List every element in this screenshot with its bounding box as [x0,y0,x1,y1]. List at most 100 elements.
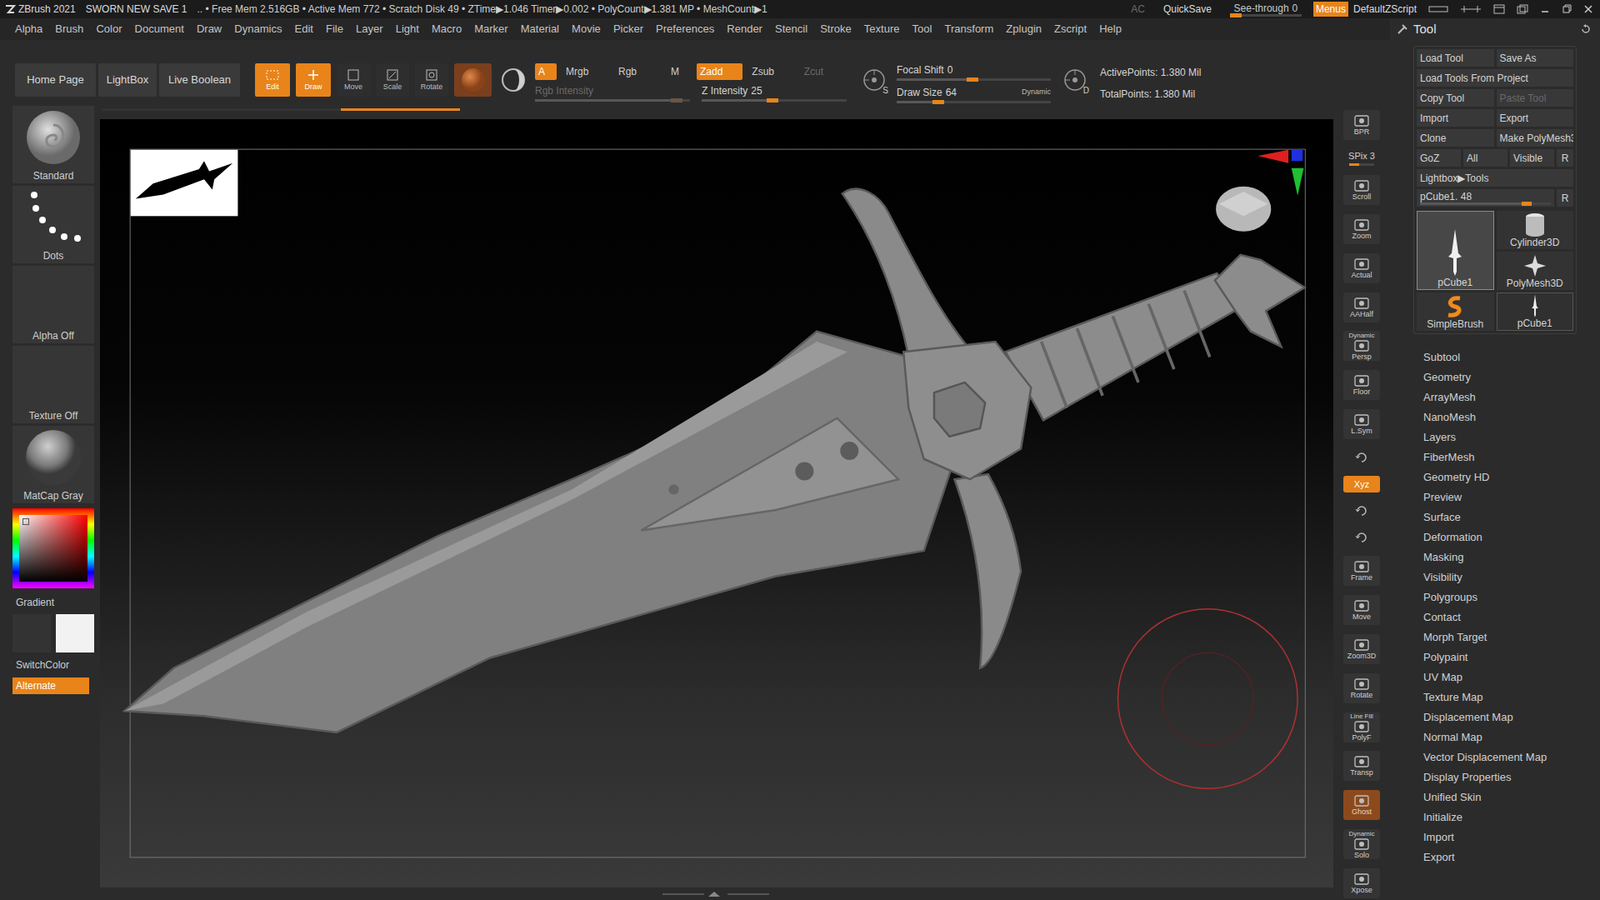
menu-item[interactable]: Render [726,20,763,38]
tool-button[interactable]: All [1463,149,1508,167]
view-button[interactable]: AAHalf [1343,292,1380,323]
palette-section[interactable]: Displacement Map [1423,707,1600,728]
shelf-icon-button[interactable] [1343,501,1380,520]
palette-section[interactable]: Texture Map [1423,687,1600,708]
menu-item[interactable]: Macro [431,20,462,38]
z-mode-button[interactable]: Zsub [748,63,795,80]
palette-section[interactable]: Geometry HD [1423,467,1600,488]
shelf-icon-button[interactable] [1343,448,1380,467]
tool-button[interactable]: Save As [1496,49,1575,67]
menu-item[interactable]: Zplugin [1005,20,1042,38]
color-square[interactable] [19,515,88,582]
palette-section[interactable]: Display Properties [1423,767,1600,788]
shelf-icon-button[interactable] [1343,528,1380,547]
palette-section[interactable]: Preview [1423,487,1600,508]
palette-section[interactable]: Layers [1423,427,1600,448]
view-button[interactable]: L.Sym [1343,409,1380,440]
menu-item[interactable]: Marker [474,20,508,38]
tool-thumbnail[interactable]: SimpleBrush [1416,292,1495,331]
tool-slider-track[interactable] [1420,202,1551,205]
tool-button[interactable]: Import [1416,109,1495,127]
palette-section[interactable]: Import [1423,827,1600,848]
view-button[interactable]: Rotate [1343,673,1380,704]
tool-button[interactable]: Load Tool [1416,49,1495,67]
material-button[interactable] [454,63,492,97]
menu-item[interactable]: Transform [945,20,995,38]
palette-section[interactable]: Export [1423,847,1600,868]
menu-item[interactable]: Preferences [655,20,715,38]
view-button[interactable]: Xpose [1343,868,1380,899]
restore-button[interactable]: R [1556,189,1574,207]
lazy-s[interactable]: S [860,63,889,97]
palette-section[interactable]: Subtool [1423,347,1600,368]
palette-section[interactable]: FiberMesh [1423,447,1600,468]
menu-item[interactable]: Help [1099,20,1122,38]
mode-button[interactable]: Draw [295,63,331,97]
tool-thumbnail[interactable]: Cylinder3D [1496,210,1575,250]
menu-item[interactable]: Picker [613,20,644,38]
view-button[interactable]: Move [1343,595,1380,625]
tool-button[interactable]: Make PolyMesh3D [1496,129,1575,147]
menu-item[interactable]: Draw [196,20,222,38]
view-button[interactable]: Floor [1343,370,1380,400]
tool-thumbnail[interactable]: PolyMesh3D [1496,251,1575,290]
secondary-color-swatch[interactable] [12,614,51,653]
switch-color-button[interactable]: SwitchColor [12,657,100,673]
rgb-intensity-slider[interactable]: Rgb Intensity [535,84,690,102]
view-button[interactable]: Actual [1343,253,1380,284]
draw-size-slider-track[interactable] [896,100,1051,104]
draw-size-slider[interactable]: Draw Size64Dynamic [896,85,1051,104]
view-button[interactable]: DynamicSolo [1343,829,1380,860]
nav-button[interactable]: LightBox [98,63,157,97]
menu-item[interactable]: Alpha [15,20,43,38]
menu-item[interactable]: Document [135,20,185,38]
spix-slider[interactable]: SPix 3 [1342,149,1381,167]
focal-shift-slider-track[interactable] [896,78,1051,81]
quicksave-button[interactable]: QuickSave [1163,1,1212,17]
view-button[interactable]: BPR [1343,110,1380,140]
view-button[interactable]: Frame [1343,555,1380,586]
palette-section[interactable]: Normal Map [1423,727,1600,748]
palette-section[interactable]: UV Map [1423,667,1600,688]
xyz-toggle[interactable]: Xyz [1343,475,1380,493]
view-button[interactable]: Ghost [1343,790,1380,820]
palette-section[interactable]: Contact [1423,607,1600,628]
palette-section[interactable]: ArrayMesh [1423,387,1600,408]
tool-thumbnail[interactable]: pCube1 [1416,210,1495,290]
gradient-label[interactable]: Gradient [12,595,100,610]
menu-item[interactable]: File [325,20,344,38]
viewport-canvas[interactable] [100,119,1334,888]
view-button[interactable]: Zoom [1343,214,1380,245]
nav-button[interactable]: Home Page [15,63,96,97]
alternate-toggle[interactable]: Alternate [12,677,90,695]
palette-section[interactable]: Surface [1423,507,1600,528]
z-intensity-slider[interactable]: Z Intensity25 [701,84,847,102]
tool-button[interactable]: Export [1496,109,1575,127]
view-button[interactable]: DynamicPersp [1343,330,1380,361]
color-picker[interactable] [12,508,95,589]
menu-item[interactable]: Stroke [820,20,852,38]
brush-slot[interactable]: Dots [12,185,95,264]
palette-section[interactable]: Polypaint [1423,647,1600,668]
tool-slider[interactable]: pCube1. 48 [1416,189,1555,207]
palette-section[interactable]: Initialize [1423,807,1600,828]
view-button[interactable]: Zoom3D [1343,634,1380,665]
menu-item[interactable]: Color [95,20,122,38]
view-button[interactable]: Transp [1343,750,1380,781]
palette-section[interactable]: Geometry [1423,367,1600,388]
palette-section[interactable]: Polygroups [1423,587,1600,608]
palette-section[interactable]: Visibility [1423,567,1600,588]
color-mode-button[interactable]: A [535,63,557,80]
dynamic-label[interactable]: Dynamic [1021,86,1051,99]
focal-shift-slider[interactable]: Focal Shift0 [896,63,1051,81]
menus-toggle[interactable]: Menus [1313,1,1349,17]
see-through-track[interactable] [1230,14,1302,17]
texture-button[interactable] [498,63,529,97]
main-color-swatch[interactable] [55,614,95,653]
tool-button[interactable]: Lightbox▶Tools [1416,169,1574,187]
z-intensity-slider-track[interactable] [701,99,847,102]
menu-item[interactable]: Layer [355,20,384,38]
palette-section[interactable]: Vector Displacement Map [1423,747,1600,768]
menu-item[interactable]: Edit [295,20,314,38]
menu-item[interactable]: Movie [571,20,601,38]
